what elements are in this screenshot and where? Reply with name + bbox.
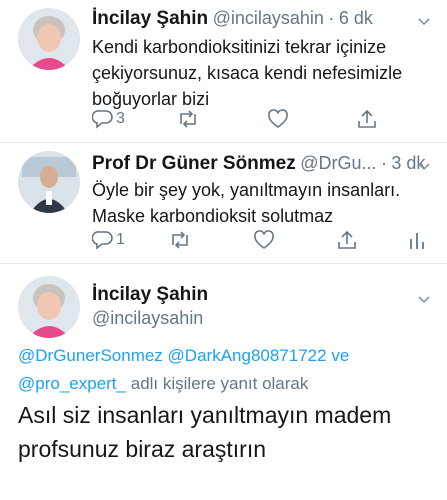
author-name[interactable]: Prof Dr Güner Sönmez xyxy=(92,153,296,174)
author-handle[interactable]: @incilaysahin xyxy=(213,8,324,28)
share-button[interactable] xyxy=(336,229,358,251)
retweet-button[interactable] xyxy=(168,230,192,250)
avatar[interactable] xyxy=(18,8,80,70)
like-icon xyxy=(268,109,288,128)
author-name[interactable]: İncilay Şahin xyxy=(92,284,208,306)
mention-link[interactable]: @DrGunerSonmez xyxy=(18,346,163,365)
dot-separator: · xyxy=(328,8,335,28)
share-icon xyxy=(338,230,356,249)
avatar[interactable] xyxy=(18,276,80,338)
tweet-text-line: profsunuz biraz araştırın xyxy=(18,436,267,462)
reply-button[interactable]: 1 xyxy=(92,230,125,250)
tweet-1[interactable]: İncilay Şahin @incilaysahin · 6 dk Kendi… xyxy=(0,0,447,140)
like-button[interactable] xyxy=(253,230,275,250)
tweet-text-line: Öyle bir şey yok, yanıltmayın insanları. xyxy=(92,180,401,200)
reply-count: 3 xyxy=(116,110,125,127)
retweet-button[interactable] xyxy=(176,109,200,129)
dot-separator: · xyxy=(380,153,387,173)
chevron-down-icon[interactable] xyxy=(417,292,431,310)
avatar[interactable] xyxy=(18,151,80,213)
tweet-text-line: Maske karbondioksit solutmaz xyxy=(92,206,334,226)
like-button[interactable] xyxy=(267,109,289,129)
tweet-2[interactable]: Prof Dr Güner Sönmez @DrGu... · 3 dk Öyl… xyxy=(0,143,447,263)
mention-link[interactable]: @DarkAng80871722 xyxy=(168,346,327,365)
reply-button[interactable]: 3 xyxy=(92,109,125,129)
replying-to: @DrGunerSonmez @DarkAng80871722 ve @pro_… xyxy=(18,342,349,398)
reply-icon xyxy=(92,231,113,250)
reply-count: 1 xyxy=(116,231,125,248)
reply-icon xyxy=(92,110,113,129)
tweet-text-line: Asıl siz insanları yanıltmayın madem xyxy=(18,402,392,428)
share-button[interactable] xyxy=(356,108,378,130)
analytics-icon xyxy=(410,233,424,249)
author-handle[interactable]: @incilaysahin xyxy=(92,308,203,329)
chevron-down-icon[interactable] xyxy=(417,159,431,177)
retweet-icon xyxy=(172,231,188,249)
tweet-text-line: Kendi karbondioksitinizi tekrar içinize xyxy=(92,37,387,57)
retweet-icon xyxy=(180,110,196,128)
share-icon xyxy=(358,109,376,128)
replying-suffix: adlı kişilere yanıt olarak xyxy=(130,374,309,393)
author-name[interactable]: İncilay Şahin xyxy=(92,8,208,29)
main-tweet: İncilay Şahin @incilaysahin @DrGunerSonm… xyxy=(0,264,447,500)
author-handle[interactable]: @DrGu... xyxy=(300,153,376,173)
timestamp[interactable]: 6 dk xyxy=(339,8,373,28)
tweet-text: Asıl siz insanları yanıltmayın madem pro… xyxy=(18,398,391,466)
analytics-button[interactable] xyxy=(408,230,426,250)
mention-link[interactable]: @pro_expert_ xyxy=(18,374,126,393)
chevron-down-icon[interactable] xyxy=(417,14,431,32)
replying-connector: ve xyxy=(331,346,350,365)
tweet-text-line: çekiyorsunuz, kısaca kendi nefesimizle xyxy=(92,63,403,83)
like-icon xyxy=(254,230,274,249)
